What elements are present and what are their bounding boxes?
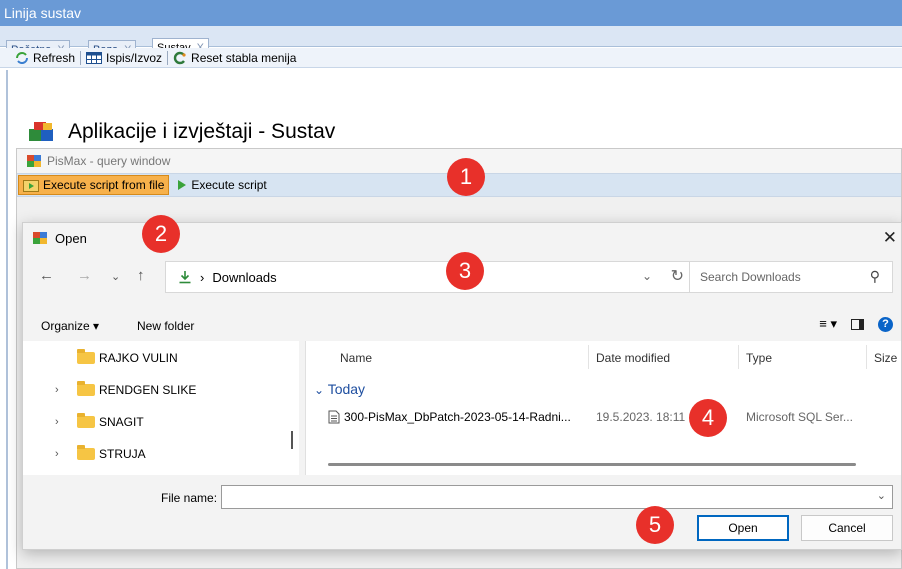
reset-icon	[173, 51, 186, 64]
navigation-pane: RAJKO VULIN › RENDGEN SLIKE › SNAGIT › S…	[23, 341, 299, 475]
main-toolbar: Refresh Ispis/Izvoz Reset stabla menija	[0, 48, 902, 68]
breadcrumb-separator: ›	[200, 269, 205, 285]
scrollbar[interactable]	[291, 431, 293, 449]
app-title: Linija sustav	[4, 5, 82, 21]
step-badge-3: 3	[446, 252, 484, 290]
view-controls: ≡ ▾ ?	[819, 316, 893, 332]
back-arrow-icon[interactable]: ←	[39, 267, 54, 284]
apps-cube-icon	[29, 122, 53, 141]
file-name-label: File name:	[161, 491, 218, 505]
ispis-label: Ispis/Izvoz	[106, 50, 163, 65]
chevron-down-icon: ⌄	[314, 383, 325, 397]
refresh-icon[interactable]: ↻	[671, 266, 684, 286]
command-bar: Organize ▾ New folder ≡ ▾ ?	[23, 311, 901, 341]
chevron-down-icon[interactable]: ⌄	[642, 269, 652, 283]
download-icon	[179, 271, 191, 284]
tree-item-label: RAJKO VULIN	[99, 351, 178, 365]
tree-item-snagit[interactable]: › SNAGIT	[23, 407, 299, 437]
forward-arrow-icon[interactable]: →	[77, 267, 92, 284]
chevron-right-icon[interactable]: ›	[55, 416, 59, 428]
window-icon	[27, 155, 41, 167]
sql-file-icon	[328, 410, 340, 427]
tab-bar: PočetnaX BazaX SustavX	[0, 26, 902, 60]
folder-icon	[77, 445, 95, 460]
folder-icon	[77, 349, 95, 364]
group-label: Today	[327, 381, 366, 397]
file-type: Microsoft SQL Ser...	[746, 410, 853, 424]
column-header-size[interactable]: Size	[874, 351, 897, 365]
address-bar[interactable]: › Downloads ⌄ ↻	[165, 261, 697, 293]
tree-item-label: STRUJA	[99, 447, 146, 461]
window-icon	[33, 232, 47, 244]
refresh-icon	[16, 51, 28, 64]
breadcrumb-downloads[interactable]: Downloads	[212, 270, 276, 285]
search-input[interactable]: Search Downloads ⚲	[689, 261, 893, 293]
file-date: 19.5.2023. 18:11	[596, 410, 686, 424]
dialog-title: Open	[55, 230, 87, 246]
preview-pane-icon[interactable]	[851, 318, 864, 330]
play-icon	[178, 180, 187, 190]
execute-script-button[interactable]: Execute script	[169, 178, 274, 192]
view-list-icon[interactable]: ≡ ▾	[819, 316, 837, 332]
new-folder-button[interactable]: New folder	[137, 319, 194, 333]
ispis-button[interactable]: Ispis/Izvoz	[81, 51, 167, 65]
execute-script-from-file-label: Execute script from file	[43, 178, 165, 192]
chevron-right-icon[interactable]: ›	[55, 448, 59, 460]
step-badge-2: 2	[142, 215, 180, 253]
up-arrow-icon[interactable]: ↑	[137, 267, 145, 284]
file-name: 300-PisMax_DbPatch-2023-05-14-Radni...	[344, 410, 571, 424]
caret-down-icon: ▾	[93, 319, 100, 333]
chevron-right-icon[interactable]: ›	[55, 384, 59, 396]
chevron-down-icon[interactable]: ⌄	[111, 270, 120, 283]
open-button[interactable]: Open	[697, 515, 789, 541]
refresh-label: Refresh	[33, 50, 76, 65]
execute-script-label: Execute script	[191, 178, 267, 192]
tree-item-label: SNAGIT	[99, 415, 144, 429]
step-badge-1: 1	[447, 158, 485, 196]
frame-border	[6, 70, 8, 569]
folder-icon	[77, 413, 95, 428]
tree-item-label: RENDGEN SLIKE	[99, 383, 197, 397]
column-divider[interactable]	[738, 345, 739, 369]
folder-icon	[77, 381, 95, 396]
step-badge-5: 5	[636, 506, 674, 544]
column-header-name[interactable]: Name	[340, 351, 372, 365]
page-heading: Aplikacije i izvještaji - Sustav	[28, 120, 335, 144]
organize-button[interactable]: Organize ▾	[41, 319, 99, 333]
chevron-down-icon[interactable]: ⌄	[877, 489, 886, 502]
tree-item-struja[interactable]: › STRUJA	[23, 439, 299, 469]
column-divider[interactable]	[866, 345, 867, 369]
table-icon	[86, 51, 103, 64]
file-row[interactable]: 300-PisMax_DbPatch-2023-05-14-Radni... 1…	[306, 403, 902, 431]
column-header-type[interactable]: Type	[746, 351, 772, 365]
query-window-title: PisMax - query window	[47, 154, 171, 168]
execute-script-from-file-button[interactable]: Execute script from file	[18, 175, 170, 195]
refresh-button[interactable]: Refresh	[10, 51, 80, 65]
step-badge-4: 4	[689, 399, 727, 437]
column-divider[interactable]	[588, 345, 589, 369]
close-icon[interactable]: ✕	[883, 228, 897, 248]
folder-play-icon	[23, 180, 39, 192]
tree-item-rajko-vulin[interactable]: RAJKO VULIN	[23, 343, 299, 373]
file-list: Name Date modified Type Size ⌄ Today 300…	[305, 341, 901, 475]
search-placeholder: Search Downloads	[700, 270, 801, 284]
file-name-input[interactable]: ⌄	[221, 485, 893, 509]
app-title-bar: Linija sustav	[0, 0, 902, 26]
horizontal-scrollbar[interactable]	[328, 463, 856, 466]
reset-label: Reset stabla menija	[191, 50, 297, 65]
cancel-button[interactable]: Cancel	[801, 515, 893, 541]
group-header-today[interactable]: ⌄ Today	[314, 381, 365, 397]
page-title: Aplikacije i izvještaji - Sustav	[68, 120, 336, 143]
column-header-date[interactable]: Date modified	[596, 351, 670, 365]
organize-label: Organize	[41, 319, 90, 333]
reset-menu-button[interactable]: Reset stabla menija	[168, 51, 301, 65]
help-icon[interactable]: ?	[878, 316, 893, 332]
tree-item-rendgen-slike[interactable]: › RENDGEN SLIKE	[23, 375, 299, 405]
search-icon[interactable]: ⚲	[870, 268, 880, 285]
